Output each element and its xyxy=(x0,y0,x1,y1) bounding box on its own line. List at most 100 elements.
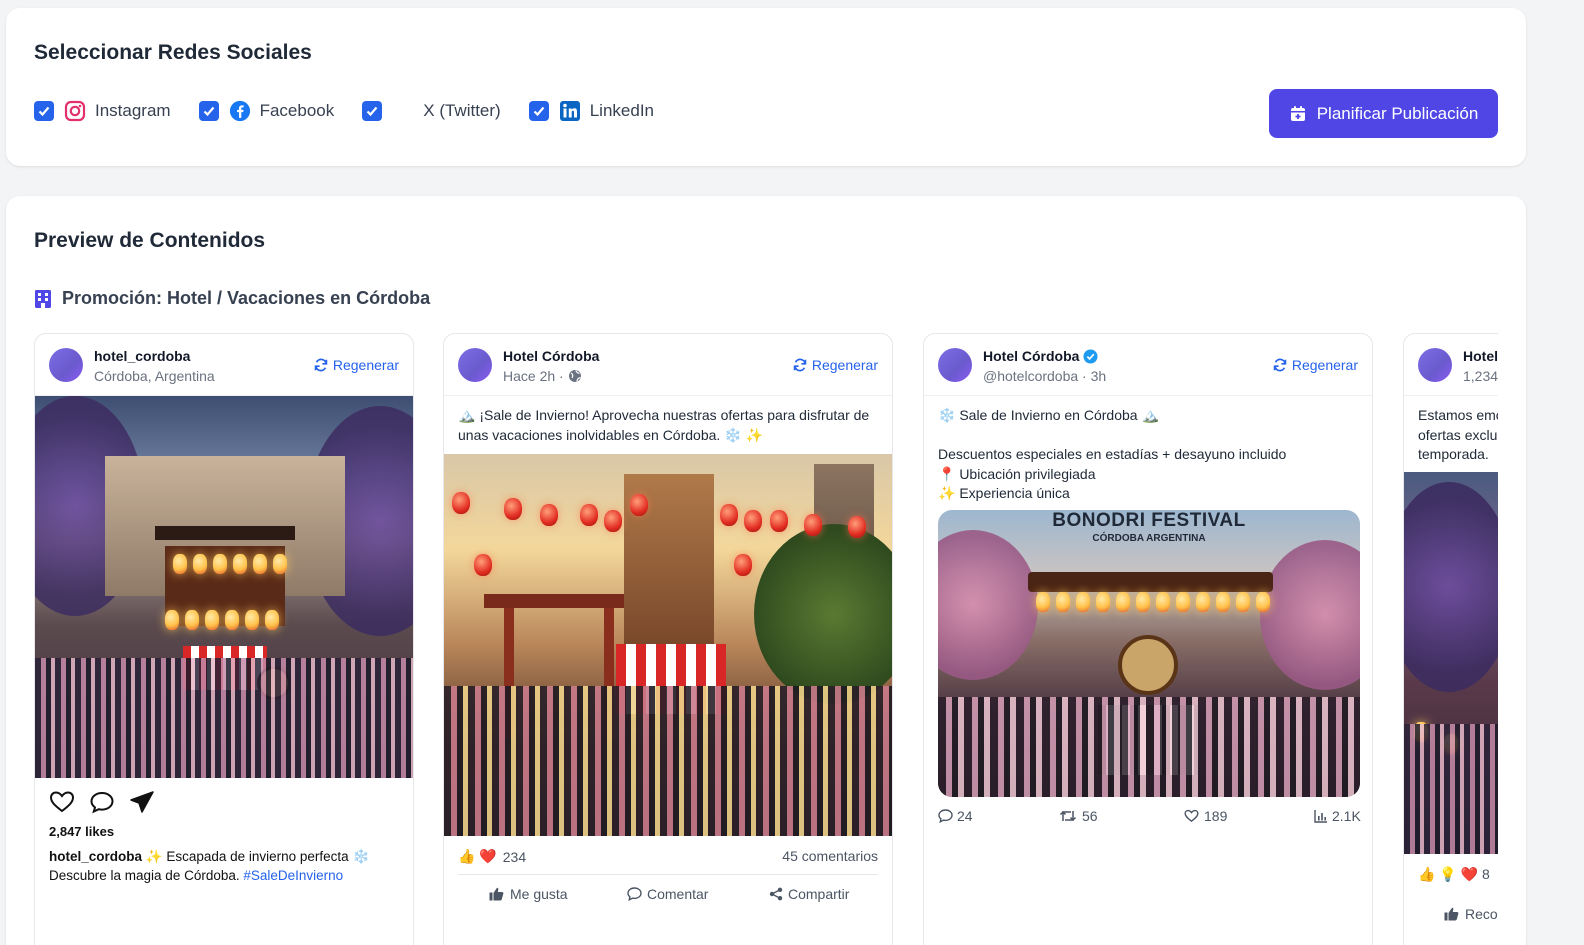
share-icon xyxy=(769,887,783,901)
network-option-instagram[interactable]: Instagram xyxy=(34,100,171,122)
twitter-reply-count: 24 xyxy=(957,808,973,824)
linkedin-followers: 1,234 xyxy=(1463,368,1498,384)
network-checkbox-group: Instagram Facebook X (Twitter) LinkedIn xyxy=(34,100,682,122)
content-preview-card: Preview de Contenidos Promoción: Hotel /… xyxy=(6,196,1526,945)
linkedin-post-text: Estamos emo ofertas exclu temporada. xyxy=(1418,407,1498,462)
instagram-username: hotel_cordoba xyxy=(94,348,191,364)
linkedin-company-name: Hotel xyxy=(1463,348,1498,364)
avatar xyxy=(458,348,492,382)
instagram-hashtag[interactable]: #SaleDeInvierno xyxy=(243,868,343,883)
twitter-image-subtitle: CÓRDOBA ARGENTINA xyxy=(1092,533,1206,544)
instagram-likes: 2,847 likes xyxy=(49,824,115,839)
twitter-post-text: ❄️ Sale de Invierno en Córdoba 🏔️ Descue… xyxy=(938,407,1287,501)
linkedin-post-image xyxy=(1404,472,1498,854)
instagram-location: Córdoba, Argentina xyxy=(94,368,215,384)
twitter-like-button[interactable]: 189 xyxy=(1184,808,1227,824)
comment-icon xyxy=(627,887,642,901)
twitter-retweet-button[interactable]: 56 xyxy=(1059,808,1098,824)
regenerate-label: Regenerar xyxy=(1291,357,1358,373)
facebook-divider xyxy=(458,874,878,875)
plan-publication-button[interactable]: Planificar Publicación xyxy=(1269,89,1498,138)
twitter-post-header: Hotel Córdoba @hotelcordoba · 3h Regener… xyxy=(924,334,1372,396)
facebook-reaction-emoji: 👍 ❤️ xyxy=(458,848,497,864)
x-label: X (Twitter) xyxy=(423,101,501,120)
reply-icon xyxy=(938,809,953,823)
instagram-post-preview: hotel_cordoba Córdoba, Argentina Regener… xyxy=(34,333,414,945)
linkedin-recommend-label: Recor xyxy=(1465,906,1498,922)
facebook-label: Facebook xyxy=(259,101,335,120)
refresh-icon xyxy=(1273,358,1287,372)
linkedin-recommend-button[interactable]: Recor xyxy=(1444,906,1498,922)
refresh-icon xyxy=(314,358,328,372)
linkedin-post-preview: Hotel 1,234 Estamos emo ofertas exclu te… xyxy=(1403,333,1498,945)
linkedin-icon xyxy=(559,100,581,122)
facebook-comment-label: Comentar xyxy=(647,886,709,902)
x-checkbox[interactable] xyxy=(362,101,383,121)
calendar-plus-icon xyxy=(1290,105,1305,121)
thumbs-up-icon xyxy=(1444,907,1459,921)
send-icon[interactable] xyxy=(129,790,155,814)
network-option-linkedin[interactable]: LinkedIn xyxy=(528,100,654,122)
twitter-name: Hotel Córdoba xyxy=(983,348,1080,364)
facebook-comment-button[interactable]: Comentar xyxy=(627,886,708,902)
instagram-icon xyxy=(64,100,86,122)
facebook-like-label: Me gusta xyxy=(510,886,568,902)
regenerate-label: Regenerar xyxy=(811,357,878,373)
verified-badge-icon xyxy=(1083,349,1098,363)
x-icon xyxy=(392,100,414,122)
instagram-actions xyxy=(49,790,155,814)
social-networks-card: Seleccionar Redes Sociales Instagram Fac… xyxy=(6,8,1526,166)
facebook-post-meta: Hace 2h · xyxy=(503,368,582,384)
facebook-checkbox[interactable] xyxy=(198,101,219,121)
twitter-post-preview: Hotel Córdoba @hotelcordoba · 3h Regener… xyxy=(923,333,1373,945)
twitter-account-name: Hotel Córdoba xyxy=(983,348,1098,364)
facebook-reactions: 👍 ❤️ 234 xyxy=(458,848,526,865)
twitter-retweet-count: 56 xyxy=(1082,808,1098,824)
avatar xyxy=(49,348,83,382)
heart-icon[interactable] xyxy=(49,790,75,814)
retweet-icon xyxy=(1059,810,1077,822)
twitter-like-count: 189 xyxy=(1204,808,1228,824)
thumbs-up-icon xyxy=(489,887,504,901)
instagram-checkbox[interactable] xyxy=(34,101,54,121)
facebook-like-button[interactable]: Me gusta xyxy=(489,886,568,902)
hotel-icon xyxy=(35,289,51,308)
twitter-views-count: 2.1K xyxy=(1332,808,1361,824)
twitter-views[interactable]: 2.1K xyxy=(1314,808,1361,824)
analytics-icon xyxy=(1314,810,1327,823)
facebook-share-button[interactable]: Compartir xyxy=(769,886,849,902)
instagram-post-header: hotel_cordoba Córdoba, Argentina Regener… xyxy=(35,334,413,396)
twitter-image-title: BONODRI FESTIVAL xyxy=(1052,510,1246,531)
regenerate-label: Regenerar xyxy=(332,357,399,373)
facebook-icon xyxy=(229,100,251,122)
facebook-post-header: Hotel Córdoba Hace 2h · Regenerar xyxy=(444,334,892,396)
facebook-post-preview: Hotel Córdoba Hace 2h · Regenerar 🏔️ ¡Sa… xyxy=(443,333,893,945)
facebook-post-time: Hace 2h · xyxy=(503,368,564,384)
facebook-post-image xyxy=(444,454,892,836)
linkedin-clip: Hotel 1,234 Estamos emo ofertas exclu te… xyxy=(1403,333,1498,945)
comment-icon[interactable] xyxy=(89,790,115,814)
twitter-post-image: BONODRI FESTIVAL CÓRDOBA ARGENTINA xyxy=(938,510,1360,797)
network-option-x[interactable]: X (Twitter) xyxy=(362,100,501,122)
facebook-share-label: Compartir xyxy=(788,886,850,902)
linkedin-label: LinkedIn xyxy=(589,101,654,120)
linkedin-reactions: 👍 💡 ❤️ 8 xyxy=(1418,866,1490,882)
instagram-post-image xyxy=(35,396,413,778)
facebook-post-text: 🏔️ ¡Sale de Invierno! Aprovecha nuestras… xyxy=(458,407,870,443)
avatar xyxy=(938,348,972,382)
regenerate-button[interactable]: Regenerar xyxy=(314,357,399,373)
promo-heading: Promoción: Hotel / Vacaciones en Córdoba xyxy=(34,288,430,309)
instagram-caption: hotel_cordoba ✨ Escapada de invierno per… xyxy=(49,847,399,885)
linkedin-post-header: Hotel 1,234 xyxy=(1404,334,1498,396)
network-option-facebook[interactable]: Facebook xyxy=(198,100,335,122)
linkedin-checkbox[interactable] xyxy=(528,101,549,121)
instagram-caption-user: hotel_cordoba xyxy=(49,849,143,864)
regenerate-button[interactable]: Regenerar xyxy=(1273,357,1358,373)
facebook-page-name: Hotel Córdoba xyxy=(503,348,600,364)
regenerate-button[interactable]: Regenerar xyxy=(793,357,878,373)
preview-title: Preview de Contenidos xyxy=(34,229,266,252)
plan-publication-label: Planificar Publicación xyxy=(1316,103,1479,123)
social-networks-title: Seleccionar Redes Sociales xyxy=(34,41,312,64)
twitter-reply-button[interactable]: 24 xyxy=(938,808,973,824)
facebook-comments-count[interactable]: 45 comentarios xyxy=(782,848,878,864)
